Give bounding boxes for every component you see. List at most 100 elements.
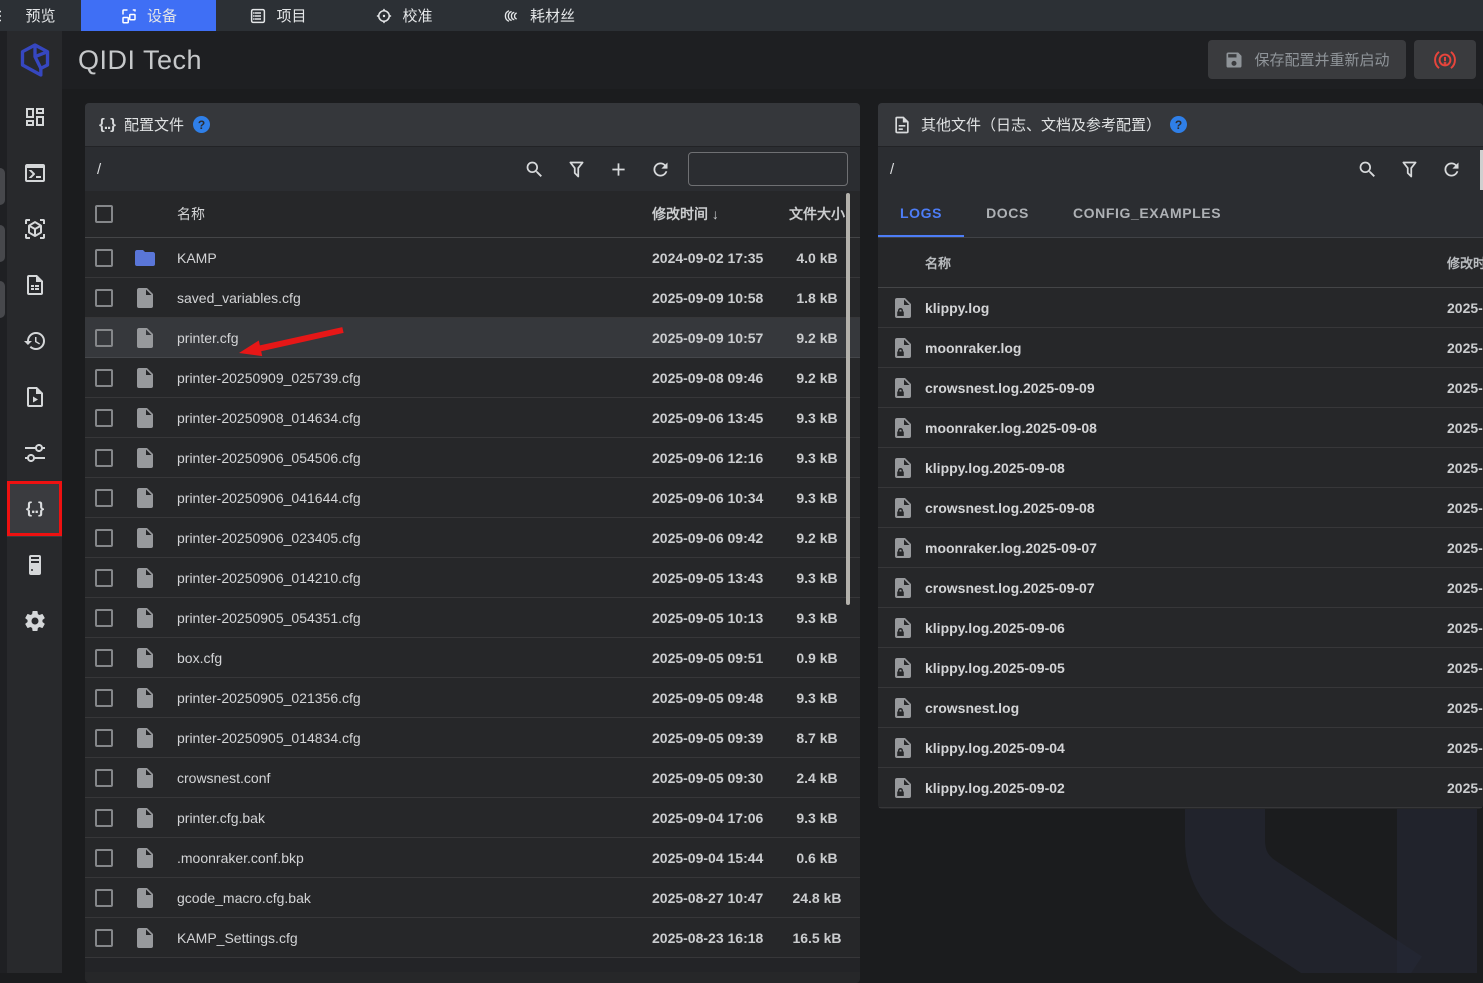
config-panel-header[interactable]: {..} 配置文件 ? bbox=[85, 103, 860, 147]
table-row[interactable]: printer-20250906_054506.cfg 2025-09-06 1… bbox=[85, 438, 860, 478]
table-row[interactable]: klippy.log.2025-09-02 2025- bbox=[878, 768, 1483, 808]
row-checkbox[interactable] bbox=[95, 849, 113, 867]
table-row[interactable]: moonraker.log.2025-09-07 2025- bbox=[878, 528, 1483, 568]
table-row[interactable]: printer-20250909_025739.cfg 2025-09-08 0… bbox=[85, 358, 860, 398]
braces-config-icon: {..} bbox=[99, 116, 115, 133]
row-checkbox[interactable] bbox=[95, 449, 113, 467]
tab-config-examples[interactable]: CONFIG_EXAMPLES bbox=[1051, 190, 1243, 237]
sidebar-item-configure[interactable]: {..} bbox=[7, 481, 62, 537]
sidebar-item-history[interactable] bbox=[7, 313, 62, 369]
refresh-button[interactable] bbox=[640, 149, 680, 189]
sidebar-item-system[interactable] bbox=[7, 537, 62, 593]
table-row[interactable]: printer-20250905_014834.cfg 2025-09-05 0… bbox=[85, 718, 860, 758]
app-logo[interactable] bbox=[7, 31, 62, 89]
table-row[interactable]: printer-20250906_014210.cfg 2025-09-05 1… bbox=[85, 558, 860, 598]
table-row[interactable]: printer-20250908_014634.cfg 2025-09-06 1… bbox=[85, 398, 860, 438]
table-row[interactable]: printer.cfg.bak 2025-09-04 17:06 9.3 kB bbox=[85, 798, 860, 838]
table-row[interactable]: printer-20250906_041644.cfg 2025-09-06 1… bbox=[85, 478, 860, 518]
sidebar-navigation: {..} bbox=[7, 31, 62, 973]
table-row[interactable]: crowsnest.log.2025-09-07 2025- bbox=[878, 568, 1483, 608]
file-icon bbox=[133, 566, 157, 590]
search-input[interactable] bbox=[689, 153, 860, 185]
table-row[interactable]: klippy.log.2025-09-04 2025- bbox=[878, 728, 1483, 768]
other-panel-header[interactable]: 其他文件（日志、文档及参考配置） ? bbox=[878, 103, 1483, 147]
tab-docs[interactable]: DOCS bbox=[964, 190, 1051, 237]
table-row[interactable]: KAMP_Settings.cfg 2025-08-23 16:18 16.5 … bbox=[85, 918, 860, 958]
sidebar-item-jobs[interactable] bbox=[7, 257, 62, 313]
row-checkbox[interactable] bbox=[95, 249, 113, 267]
table-row[interactable]: crowsnest.log.2025-09-09 2025- bbox=[878, 368, 1483, 408]
column-header-name[interactable]: 名称 bbox=[177, 204, 652, 224]
sidebar-item-dashboard[interactable] bbox=[7, 89, 62, 145]
help-icon[interactable]: ? bbox=[1170, 116, 1187, 133]
row-checkbox[interactable] bbox=[95, 569, 113, 587]
file-modified: 2025-09-04 17:06 bbox=[652, 810, 774, 826]
file-size: 9.3 kB bbox=[774, 810, 860, 826]
table-row[interactable]: moonraker.log.2025-09-08 2025- bbox=[878, 408, 1483, 448]
table-row[interactable]: klippy.log.2025-09-08 2025- bbox=[878, 448, 1483, 488]
tab-preview[interactable]: 预览 bbox=[0, 0, 81, 31]
folder-icon bbox=[133, 246, 157, 270]
emergency-stop-button[interactable] bbox=[1414, 40, 1476, 79]
file-type-icon bbox=[891, 776, 925, 800]
filter-button[interactable] bbox=[1389, 149, 1429, 189]
table-row[interactable]: klippy.log.2025-09-06 2025- bbox=[878, 608, 1483, 648]
row-checkbox[interactable] bbox=[95, 809, 113, 827]
file-type-icon bbox=[133, 926, 177, 950]
column-header-modified[interactable]: 修改时间 ↓ bbox=[652, 204, 774, 224]
table-row[interactable]: printer.cfg 2025-09-09 10:57 9.2 kB bbox=[85, 318, 860, 358]
row-checkbox[interactable] bbox=[95, 649, 113, 667]
tab-devices[interactable]: 设备 bbox=[81, 0, 216, 31]
config-panel-scrollbar[interactable] bbox=[846, 193, 850, 605]
table-row[interactable]: printer-20250906_023405.cfg 2025-09-06 0… bbox=[85, 518, 860, 558]
row-checkbox[interactable] bbox=[95, 889, 113, 907]
table-row[interactable]: crowsnest.log 2025- bbox=[878, 688, 1483, 728]
table-row[interactable]: .moonraker.conf.bkp 2025-09-04 15:44 0.6… bbox=[85, 838, 860, 878]
search-button[interactable] bbox=[1347, 149, 1387, 189]
table-row[interactable]: KAMP 2024-09-02 17:35 4.0 kB bbox=[85, 238, 860, 278]
file-modified: 2025- bbox=[1447, 340, 1483, 356]
search-button[interactable] bbox=[514, 149, 554, 189]
sidebar-item-timelapse[interactable] bbox=[7, 369, 62, 425]
row-checkbox[interactable] bbox=[95, 729, 113, 747]
filter-button[interactable] bbox=[556, 149, 596, 189]
sidebar-item-gcode-preview[interactable] bbox=[7, 201, 62, 257]
table-row[interactable]: klippy.log.2025-09-05 2025- bbox=[878, 648, 1483, 688]
tab-filament[interactable]: 耗材丝 bbox=[468, 0, 610, 31]
tab-calibration[interactable]: 校准 bbox=[340, 0, 468, 31]
history-icon bbox=[23, 329, 47, 353]
refresh-button[interactable] bbox=[1431, 149, 1471, 189]
table-row[interactable]: saved_variables.cfg 2025-09-09 10:58 1.8… bbox=[85, 278, 860, 318]
add-file-button[interactable] bbox=[598, 149, 638, 189]
tab-logs[interactable]: LOGS bbox=[878, 190, 964, 237]
row-checkbox[interactable] bbox=[95, 289, 113, 307]
sidebar-item-settings[interactable] bbox=[7, 593, 62, 649]
help-icon[interactable]: ? bbox=[193, 116, 210, 133]
save-config-restart-button[interactable]: 保存配置并重新启动 bbox=[1208, 40, 1406, 79]
row-checkbox[interactable] bbox=[95, 689, 113, 707]
file-modified: 2025- bbox=[1447, 500, 1483, 516]
select-all-checkbox[interactable] bbox=[95, 205, 113, 223]
row-checkbox[interactable] bbox=[95, 489, 113, 507]
column-header-modified[interactable]: 修改时 bbox=[1447, 253, 1483, 272]
row-checkbox[interactable] bbox=[95, 929, 113, 947]
table-row[interactable]: gcode_macro.cfg.bak 2025-08-27 10:47 24.… bbox=[85, 878, 860, 918]
table-row[interactable]: printer-20250905_021356.cfg 2025-09-05 0… bbox=[85, 678, 860, 718]
table-row[interactable]: crowsnest.log.2025-09-08 2025- bbox=[878, 488, 1483, 528]
row-checkbox[interactable] bbox=[95, 529, 113, 547]
table-row[interactable]: moonraker.log 2025- bbox=[878, 328, 1483, 368]
table-row[interactable]: crowsnest.conf 2025-09-05 09:30 2.4 kB bbox=[85, 758, 860, 798]
column-header-name[interactable]: 名称 bbox=[925, 253, 951, 272]
row-checkbox[interactable] bbox=[95, 409, 113, 427]
file-size: 0.9 kB bbox=[774, 650, 860, 666]
row-checkbox[interactable] bbox=[95, 769, 113, 787]
sidebar-item-tune[interactable] bbox=[7, 425, 62, 481]
row-checkbox[interactable] bbox=[95, 609, 113, 627]
table-row[interactable]: printer-20250905_054351.cfg 2025-09-05 1… bbox=[85, 598, 860, 638]
row-checkbox[interactable] bbox=[95, 329, 113, 347]
row-checkbox[interactable] bbox=[95, 369, 113, 387]
sidebar-item-console[interactable] bbox=[7, 145, 62, 201]
table-row[interactable]: box.cfg 2025-09-05 09:51 0.9 kB bbox=[85, 638, 860, 678]
table-row[interactable]: klippy.log 2025- bbox=[878, 288, 1483, 328]
tab-projects[interactable]: 项目 bbox=[216, 0, 340, 31]
